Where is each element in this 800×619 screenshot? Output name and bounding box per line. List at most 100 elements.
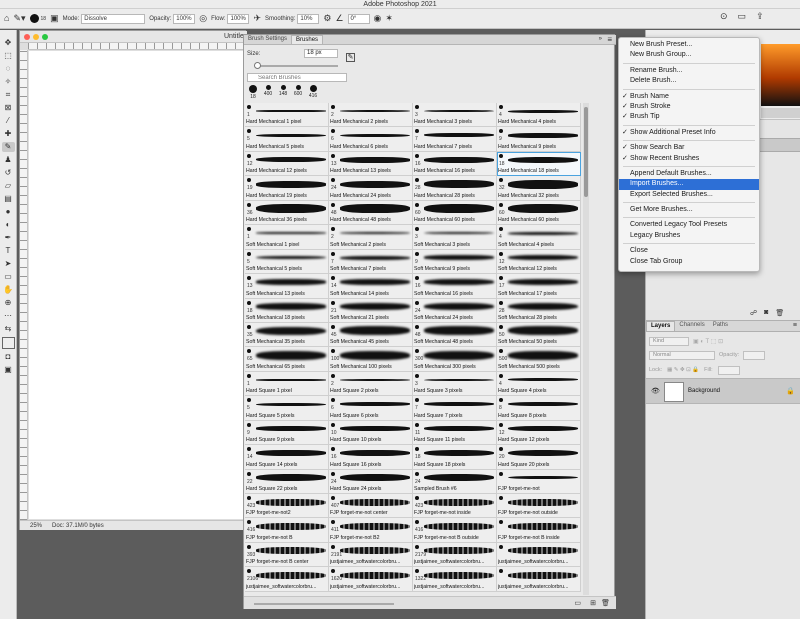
lasso-tool-icon[interactable]: ◌ bbox=[2, 64, 15, 74]
doc-info[interactable]: Doc: 37.1M/0 bytes bbox=[52, 523, 104, 529]
brush-preset[interactable]: 1 Hard Mechanical 1 pixel bbox=[245, 103, 329, 128]
brush-preset[interactable]: 17 Soft Mechanical 17 pixels bbox=[497, 274, 581, 299]
brush-preset[interactable]: 12 Hard Square 12 pixels bbox=[497, 420, 581, 446]
brush-preset[interactable]: 28 Hard Mechanical 28 pixels bbox=[413, 176, 497, 201]
menu-item[interactable]: ✓ Brush Stroke bbox=[619, 102, 759, 112]
share-icon[interactable]: ⇪ bbox=[756, 11, 764, 22]
flow-field[interactable]: 100% bbox=[227, 13, 250, 24]
brush-preset[interactable]: 4 Hard Square 4 pixels bbox=[497, 371, 581, 397]
brush-preset[interactable]: 60 Hard Mechanical 60 pixels bbox=[497, 200, 581, 226]
menu-item[interactable]: New Brush Preset... bbox=[619, 40, 759, 50]
brush-preset[interactable]: 9 Hard Mechanical 9 pixels bbox=[497, 127, 581, 152]
menu-item[interactable]: Get More Brushes... bbox=[619, 205, 759, 215]
lock-icons[interactable]: ▦ ✎ ✥ ⊡ 🔒 bbox=[667, 367, 699, 373]
lock-icon[interactable]: 🔒 bbox=[786, 387, 795, 395]
brush-preset[interactable]: 416 FJP forget-me-not B outside bbox=[413, 518, 497, 543]
layer-opacity-field[interactable] bbox=[743, 350, 766, 360]
menu-item[interactable]: ✓ Show Recent Brushes bbox=[619, 154, 759, 164]
brush-preset[interactable]: 48 Hard Mechanical 48 pixels bbox=[329, 200, 413, 226]
brush-preset[interactable]: 393 FJP forget-me-not B center bbox=[245, 542, 329, 568]
brush-preset[interactable]: justjaimee_softwatercolorbru... bbox=[497, 542, 581, 568]
tab-paths[interactable]: Paths bbox=[709, 321, 732, 331]
foreground-color-swatch[interactable] bbox=[1, 337, 15, 349]
collapse-panel-icon[interactable]: » bbox=[599, 36, 602, 42]
swap-colors-icon[interactable]: ⇆ bbox=[2, 324, 15, 334]
preview-size-slider[interactable] bbox=[254, 603, 394, 605]
brush-preset[interactable]: 24 Hard Square 24 pixels bbox=[329, 469, 413, 494]
close-window-button[interactable] bbox=[24, 34, 30, 40]
brush-preset[interactable]: 60 Hard Mechanical 60 pixels bbox=[413, 200, 497, 226]
brush-preset[interactable]: 21 Soft Mechanical 21 pixels bbox=[329, 298, 413, 323]
brush-preset[interactable]: FJP forget-me-not B inside bbox=[497, 518, 581, 543]
brush-preset[interactable]: 50 Soft Mechanical 50 pixels bbox=[497, 322, 581, 348]
type-tool-icon[interactable]: T bbox=[2, 246, 15, 256]
move-tool-icon[interactable]: ✥ bbox=[2, 38, 15, 48]
symmetry-icon[interactable]: ✶ bbox=[385, 14, 393, 23]
brush-preset[interactable]: 1322 justjaimee_softwatercolorbru... bbox=[413, 567, 497, 592]
smoothing-field[interactable]: 10% bbox=[297, 13, 320, 24]
brush-preset[interactable]: 5 Hard Square 5 pixels bbox=[245, 396, 329, 421]
brush-preset[interactable]: 9 Soft Mechanical 9 pixels bbox=[413, 249, 497, 275]
zoom-level[interactable]: 25% bbox=[30, 523, 42, 529]
brush-preset[interactable]: 2191 justjaimee_softwatercolorbru... bbox=[329, 542, 413, 568]
brush-preset[interactable]: 19 Hard Mechanical 19 pixels bbox=[245, 176, 329, 201]
brush-preset[interactable]: 11 Hard Square 11 pixels bbox=[413, 420, 497, 446]
eraser-tool-icon[interactable]: ▱ bbox=[2, 181, 15, 191]
link-icon[interactable]: ☍ bbox=[750, 309, 757, 317]
brush-preset[interactable]: 8 Hard Square 8 pixels bbox=[497, 396, 581, 421]
menu-item[interactable]: New Brush Group... bbox=[619, 50, 759, 60]
brush-preset[interactable]: 3 Hard Square 3 pixels bbox=[413, 371, 497, 397]
brush-preset[interactable]: 14 Hard Square 14 pixels bbox=[245, 445, 329, 470]
color-spectrum-strip[interactable] bbox=[761, 108, 800, 118]
brush-preset[interactable]: 48 Soft Mechanical 48 pixels bbox=[413, 322, 497, 348]
brush-preset[interactable]: 32 Hard Mechanical 32 pixels bbox=[497, 176, 581, 201]
brush-preset[interactable]: 22 Hard Square 22 pixels bbox=[245, 469, 329, 494]
brush-preset[interactable]: 16 Hard Mechanical 16 pixels bbox=[413, 151, 497, 177]
menu-item[interactable]: Rename Brush... bbox=[619, 66, 759, 76]
tab-layers[interactable]: Layers bbox=[646, 321, 676, 331]
brush-preset[interactable]: 10 Hard Square 10 pixels bbox=[329, 420, 413, 446]
pen-tool-icon[interactable]: ✒ bbox=[2, 233, 15, 243]
clone-stamp-tool-icon[interactable]: ♟ bbox=[2, 155, 15, 165]
brush-preset[interactable]: 2 Hard Square 2 pixels bbox=[329, 371, 413, 397]
history-brush-tool-icon[interactable]: ↺ bbox=[2, 168, 15, 178]
brush-preset[interactable]: 7 Hard Mechanical 7 pixels bbox=[413, 127, 497, 152]
menu-item[interactable]: Append Default Brushes... bbox=[619, 169, 759, 179]
brush-preset[interactable]: FJP forget-me-not bbox=[497, 469, 581, 494]
trash-icon[interactable]: 🗑 bbox=[775, 309, 784, 317]
brush-preset[interactable]: 24 Hard Mechanical 24 pixels bbox=[329, 176, 413, 201]
frame-tool-icon[interactable]: ⊠ bbox=[2, 103, 15, 113]
brushes-scrollbar[interactable] bbox=[583, 103, 589, 595]
new-folder-icon[interactable]: ▭ bbox=[574, 599, 581, 607]
brush-preset[interactable]: 1620 justjaimee_softwatercolorbru... bbox=[329, 567, 413, 592]
brush-preset[interactable]: 411 FJP forget-me-not B2 bbox=[329, 518, 413, 543]
brush-preset[interactable]: 4 Hard Mechanical 4 pixels bbox=[497, 103, 581, 128]
brush-preset[interactable]: 18 Hard Square 18 pixels bbox=[413, 445, 497, 470]
brush-preset[interactable]: 24 Sampled Brush #6 bbox=[413, 469, 497, 494]
pressure-opacity-icon[interactable]: ◎ bbox=[199, 14, 207, 23]
brush-preset[interactable]: 6 Hard Square 6 pixels bbox=[329, 396, 413, 421]
brush-tool-icon[interactable]: ✎ bbox=[1, 142, 15, 152]
marquee-tool-icon[interactable]: ⬚ bbox=[2, 51, 15, 61]
quick-mask-icon[interactable]: ◘ bbox=[2, 352, 15, 362]
airbrush-icon[interactable]: ✈ bbox=[253, 14, 261, 23]
brush-preset[interactable]: 100 Soft Mechanical 100 pixels bbox=[329, 347, 413, 372]
brush-preset[interactable]: 9 Hard Square 9 pixels bbox=[245, 420, 329, 446]
brush-preset[interactable]: 2 Hard Mechanical 2 pixels bbox=[329, 103, 413, 128]
brush-preset[interactable]: 1 Soft Mechanical 1 pixel bbox=[245, 225, 329, 250]
tab-channels[interactable]: Channels bbox=[675, 321, 708, 331]
brush-settings-toggle-icon[interactable]: ▣ bbox=[50, 14, 59, 23]
menu-item[interactable]: ✓ Brush Tip bbox=[619, 112, 759, 122]
menu-item[interactable]: Converted Legacy Tool Presets bbox=[619, 220, 759, 230]
menu-item[interactable]: ✓ Show Search Bar bbox=[619, 143, 759, 153]
brush-preset[interactable]: 7 Hard Square 7 pixels bbox=[413, 396, 497, 421]
brush-preset[interactable]: 4 Soft Mechanical 4 pixels bbox=[497, 225, 581, 250]
brush-preset[interactable]: 3 Soft Mechanical 3 pixels bbox=[413, 225, 497, 250]
tab-brush-settings[interactable]: Brush Settings bbox=[244, 35, 291, 44]
opacity-field[interactable]: 100% bbox=[173, 13, 196, 24]
brush-preset[interactable]: 12 Soft Mechanical 12 pixels bbox=[497, 249, 581, 275]
blur-tool-icon[interactable]: ● bbox=[2, 207, 15, 217]
path-selection-tool-icon[interactable]: ➤ bbox=[2, 259, 15, 269]
brush-preset[interactable]: 65 Soft Mechanical 65 pixels bbox=[245, 347, 329, 372]
trash-icon[interactable]: 🗑 bbox=[601, 599, 610, 607]
